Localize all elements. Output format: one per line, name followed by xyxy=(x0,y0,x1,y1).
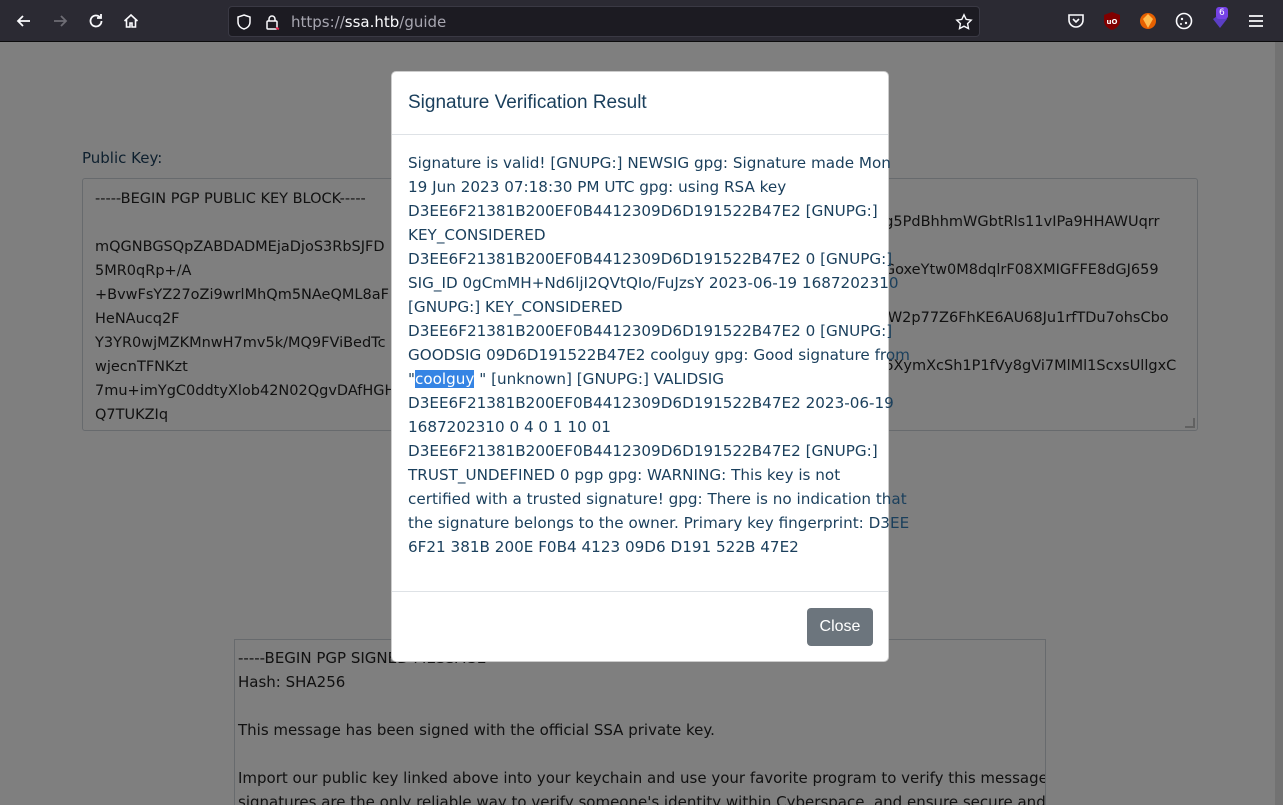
reload-button[interactable] xyxy=(84,9,108,33)
selected-text-highlight: coolguy xyxy=(415,370,475,388)
bookmark-star-icon[interactable] xyxy=(955,13,973,31)
close-button[interactable]: Close xyxy=(807,608,873,646)
message-line: certified with a trusted signature! gpg:… xyxy=(408,490,907,508)
forward-button[interactable] xyxy=(48,9,72,33)
ublock-origin-icon[interactable]: uO xyxy=(1102,11,1122,31)
message-line: D3EE6F21381B200EF0B4412309D6D191522B47E2… xyxy=(408,202,878,220)
modal-footer: Close xyxy=(392,591,888,662)
svg-text:uO: uO xyxy=(1107,18,1118,26)
message-line: D3EE6F21381B200EF0B4412309D6D191522B47E2… xyxy=(408,250,893,268)
url-text[interactable]: https://ssa.htb/guide xyxy=(291,13,446,31)
message-line: 6F21 381B 200E F0B4 4123 09D6 D191 522B … xyxy=(408,538,799,556)
address-bar[interactable]: https://ssa.htb/guide xyxy=(228,6,980,37)
tracking-protection-shield-icon[interactable] xyxy=(235,13,253,31)
message-line: Signature is valid! [GNUPG:] NEWSIG gpg:… xyxy=(408,154,891,172)
message-line: SIG_ID 0gCmMH+Nd6ljI2QVtQIo/FuJzsY 2023-… xyxy=(408,274,899,292)
cookie-icon[interactable] xyxy=(1174,11,1194,31)
modal-body: Signature is valid! [GNUPG:] NEWSIG gpg:… xyxy=(392,135,910,591)
message-line: [GNUPG:] KEY_CONSIDERED xyxy=(408,298,623,316)
back-button[interactable] xyxy=(12,9,36,33)
browser-toolbar: https://ssa.htb/guide uO 6 xyxy=(0,0,1283,42)
lock-icon[interactable] xyxy=(263,13,281,31)
message-line: 19 Jun 2023 07:18:30 PM UTC gpg: using R… xyxy=(408,178,787,196)
signature-result-modal: Signature Verification Result Signature … xyxy=(391,71,910,662)
message-line: TRUST_UNDEFINED 0 pgp gpg: WARNING: This… xyxy=(408,466,841,484)
url-scheme: https:// xyxy=(291,13,345,31)
message-line: "coolguy " [unknown] [GNUPG:] VALIDSIG xyxy=(408,367,876,391)
message-line: D3EE6F21381B200EF0B4412309D6D191522B47E2… xyxy=(408,322,893,340)
message-line: GOODSIG 09D6D191522B47E2 coolguy gpg: Go… xyxy=(408,346,910,364)
reload-icon xyxy=(89,14,103,28)
url-host: ssa.htb xyxy=(344,13,400,31)
message-line: the signature belongs to the owner. Prim… xyxy=(408,514,910,532)
home-button[interactable] xyxy=(119,9,143,33)
modal-header: Signature Verification Result xyxy=(392,72,888,135)
message-line: KEY_CONSIDERED xyxy=(408,226,546,244)
hamburger-menu-icon[interactable] xyxy=(1246,11,1266,31)
message-line: D3EE6F21381B200EF0B4412309D6D191522B47E2… xyxy=(408,442,878,460)
forward-arrow-icon xyxy=(54,15,68,27)
back-arrow-icon xyxy=(16,15,30,27)
verification-message: Signature is valid! [GNUPG:] NEWSIG gpg:… xyxy=(408,151,910,559)
message-line: 1687202310 0 4 0 1 10 01 xyxy=(408,418,611,436)
foxyproxy-icon[interactable] xyxy=(1138,11,1158,31)
modal-title: Signature Verification Result xyxy=(408,92,647,113)
message-text: " [unknown] [GNUPG:] VALIDSIG xyxy=(474,370,725,388)
url-path: /guide xyxy=(399,13,447,31)
message-line: D3EE6F21381B200EF0B4412309D6D191522B47E2… xyxy=(408,394,894,412)
home-icon xyxy=(123,13,139,28)
quote-text: " xyxy=(408,370,415,388)
pocket-icon[interactable] xyxy=(1066,11,1086,31)
extension-badge: 6 xyxy=(1216,7,1228,19)
